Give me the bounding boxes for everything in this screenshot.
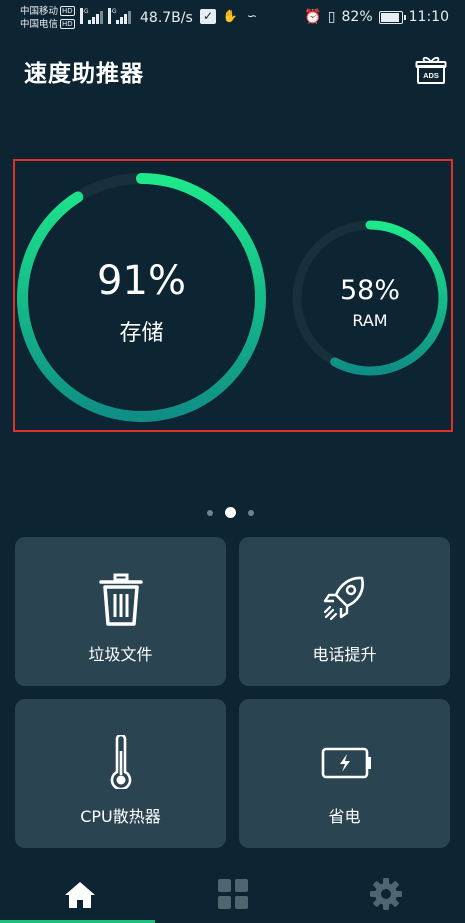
hd-badge: HD xyxy=(60,6,75,16)
storage-label: 存储 xyxy=(119,321,163,346)
page-indicator xyxy=(207,507,254,518)
phone-boost-label: 电话提升 xyxy=(312,645,377,664)
bottom-navigation xyxy=(0,856,465,923)
hd-badge: HD xyxy=(60,19,75,29)
storage-gauge[interactable]: 91% 存储 xyxy=(14,170,269,425)
signal-icon: 4G xyxy=(80,8,103,24)
carrier-1: 中国移动 xyxy=(20,6,59,17)
signal-icon: 4G xyxy=(108,8,131,24)
battery-charge-icon xyxy=(321,747,371,779)
ads-gift-icon[interactable]: ADS xyxy=(415,54,447,86)
page-dot[interactable] xyxy=(207,509,213,516)
trash-icon xyxy=(98,573,143,626)
phone-boost-tile[interactable]: 电话提升 xyxy=(239,537,450,686)
carrier-2: 中国电信 xyxy=(20,19,59,30)
notification-icons: ✓ ✋ ∽ xyxy=(200,9,260,24)
junk-files-label: 垃圾文件 xyxy=(88,645,153,664)
app-notification-icon: ✓ xyxy=(200,9,216,24)
swimmer-icon: ∽ xyxy=(246,9,258,23)
storage-percent: 91% xyxy=(97,258,186,304)
battery-icon xyxy=(378,10,406,24)
page-dot-active[interactable] xyxy=(225,507,236,518)
power-saving-label: 省电 xyxy=(328,807,361,826)
battery-percent: 82% xyxy=(341,9,373,25)
system-status: ⏰ ▯ 82% 11:10 xyxy=(304,9,449,25)
junk-files-tile[interactable]: 垃圾文件 xyxy=(15,537,226,686)
cpu-cooler-tile[interactable]: CPU散热器 xyxy=(15,699,226,848)
rocket-icon xyxy=(323,576,364,621)
svg-text:ADS: ADS xyxy=(423,71,439,80)
carrier-info: 中国移动 HD 中国电信 HD xyxy=(20,5,75,31)
vibrate-icon: ▯ xyxy=(327,9,336,25)
grid-icon[interactable] xyxy=(213,876,253,912)
gear-icon[interactable] xyxy=(366,876,406,912)
clock: 11:10 xyxy=(408,9,449,25)
cpu-cooler-label: CPU散热器 xyxy=(80,807,161,826)
ram-percent: 58% xyxy=(340,275,400,306)
signal-icons: 4G 4G xyxy=(80,8,131,24)
thermometer-icon xyxy=(110,735,131,789)
app-title: 速度助推器 xyxy=(24,61,144,87)
page-dot[interactable] xyxy=(248,509,254,516)
status-bar: 中国移动 HD 中国电信 HD 4G 4G 48.7B/s ✓ ✋ ∽ ⏰ ▯ 82… xyxy=(0,0,465,38)
home-icon[interactable] xyxy=(60,876,100,912)
ram-label: RAM xyxy=(352,311,387,330)
network-speed: 48.7B/s xyxy=(140,10,193,26)
ram-gauge[interactable]: 58% RAM xyxy=(290,218,450,378)
power-saving-tile[interactable]: 省电 xyxy=(239,699,450,848)
alarm-icon: ⏰ xyxy=(304,9,322,25)
hand-icon: ✋ xyxy=(222,9,238,23)
